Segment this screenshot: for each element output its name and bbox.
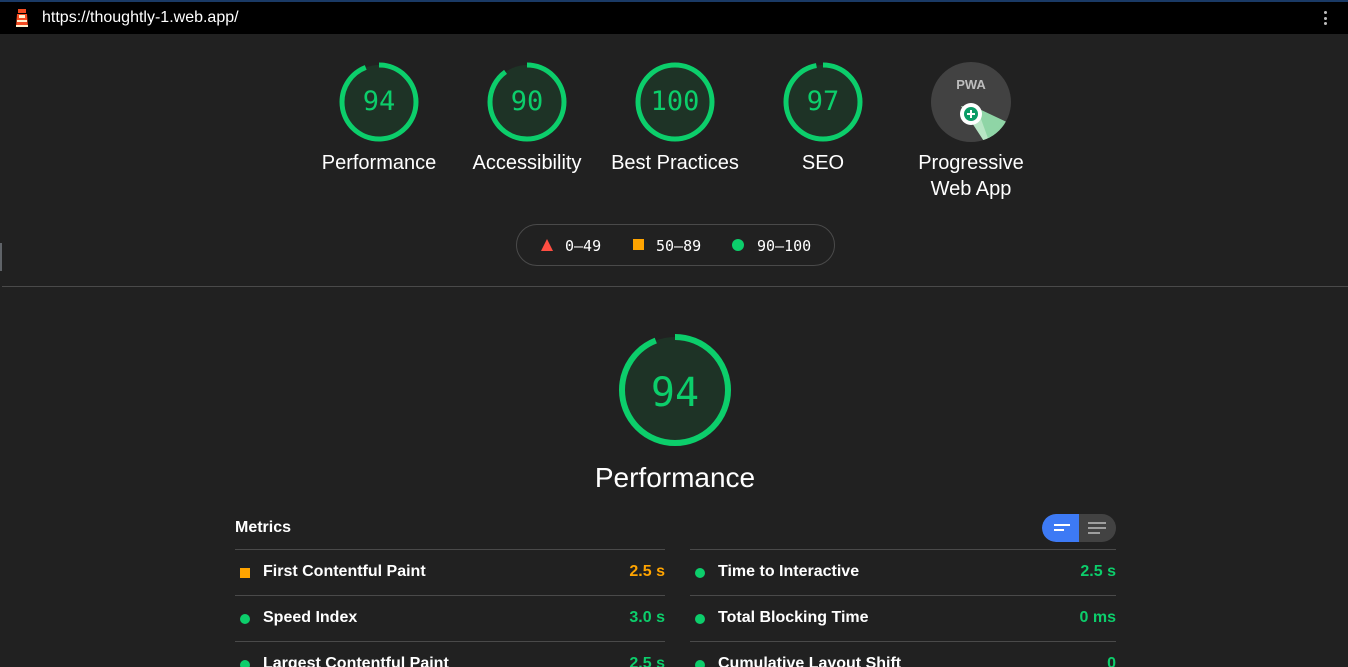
performance-main-gauge: 94 Performance — [595, 332, 755, 493]
metrics-column-left: First Contentful Paint 2.5 s Speed Index 3.… — [235, 549, 665, 667]
legend-pass-range: 90–100 — [757, 237, 812, 255]
metrics-view-toggle[interactable] — [1042, 514, 1116, 542]
accessibility-label: Accessibility — [472, 152, 582, 174]
accessibility-score: 90 — [510, 86, 544, 117]
metric-value: 3.0 s — [629, 609, 665, 626]
best-practices-label: Best Practices — [611, 152, 739, 174]
legend-average-range: 50–89 — [656, 237, 702, 255]
pwa-label-line1: Progressive — [918, 152, 1024, 174]
metric-name: Total Blocking Time — [718, 609, 869, 626]
metric-name: Largest Contentful Paint — [263, 655, 449, 667]
performance-label: Performance — [321, 152, 437, 174]
metric-value: 2.5 s — [629, 655, 665, 667]
metric-name: Speed Index — [263, 609, 358, 626]
legend-fail-range: 0–49 — [565, 237, 602, 255]
performance-main-title: Performance — [594, 462, 756, 493]
metric-value: 2.5 s — [629, 563, 665, 580]
metric-name: Cumulative Layout Shift — [718, 655, 902, 667]
metrics-column-right: Time to Interactive 2.5 s Total Blocking T… — [690, 549, 1116, 667]
lighthouse-icon — [16, 9, 28, 27]
side-marker — [0, 243, 2, 271]
metric-value: 2.5 s — [1080, 563, 1116, 580]
performance-main-score: 94 — [650, 370, 700, 416]
triangle-icon — [541, 239, 553, 251]
circle-icon — [240, 614, 250, 624]
seo-gauge[interactable]: 97 SEO — [749, 62, 897, 176]
pwa-badge-icon: PWA — [931, 62, 1011, 142]
metric-cumulative-layout-shift[interactable]: Cumulative Layout Shift 0 — [690, 641, 1116, 667]
square-icon — [240, 568, 250, 578]
pwa-gauge[interactable]: PWA Progressive Web App — [897, 62, 1045, 202]
metric-name: First Contentful Paint — [263, 563, 426, 580]
best-practices-score: 100 — [650, 86, 700, 117]
expanded-view-button[interactable] — [1079, 514, 1116, 542]
metric-speed-index[interactable]: Speed Index 3.0 s — [235, 595, 665, 641]
metric-total-blocking-time[interactable]: Total Blocking Time 0 ms — [690, 595, 1116, 641]
metric-value: 0 — [1107, 655, 1116, 667]
metrics-title: Metrics — [235, 519, 292, 536]
performance-gauge[interactable]: 94 Performance — [305, 62, 453, 176]
performance-score: 94 — [362, 86, 396, 117]
circle-icon — [695, 660, 705, 667]
circle-icon — [240, 660, 250, 667]
metric-largest-contentful-paint[interactable]: Largest Contentful Paint 2.5 s — [235, 641, 665, 667]
pwa-label-line2: Web App — [930, 178, 1012, 200]
circle-icon — [695, 568, 705, 578]
square-icon — [633, 239, 644, 250]
seo-score: 97 — [806, 86, 840, 117]
score-legend: 0–49 50–89 90–100 — [516, 224, 835, 266]
metric-time-to-interactive[interactable]: Time to Interactive 2.5 s — [690, 549, 1116, 595]
svg-text:PWA: PWA — [956, 77, 986, 92]
compact-view-button[interactable] — [1042, 514, 1079, 542]
circle-icon — [732, 239, 744, 251]
top-bar: https://thoughtly-1.web.app/ — [0, 0, 1348, 34]
metric-name: Time to Interactive — [718, 563, 860, 580]
circle-icon — [695, 614, 705, 624]
section-divider — [2, 286, 1348, 287]
metric-value: 0 ms — [1079, 609, 1116, 626]
vertical-dots-icon[interactable] — [1320, 8, 1330, 28]
metric-first-contentful-paint[interactable]: First Contentful Paint 2.5 s — [235, 549, 665, 595]
page-url[interactable]: https://thoughtly-1.web.app/ — [42, 9, 239, 27]
accessibility-gauge[interactable]: 90 Accessibility — [453, 62, 601, 176]
best-practices-gauge[interactable]: 100 Best Practices — [601, 62, 749, 176]
seo-label: SEO — [801, 152, 845, 174]
